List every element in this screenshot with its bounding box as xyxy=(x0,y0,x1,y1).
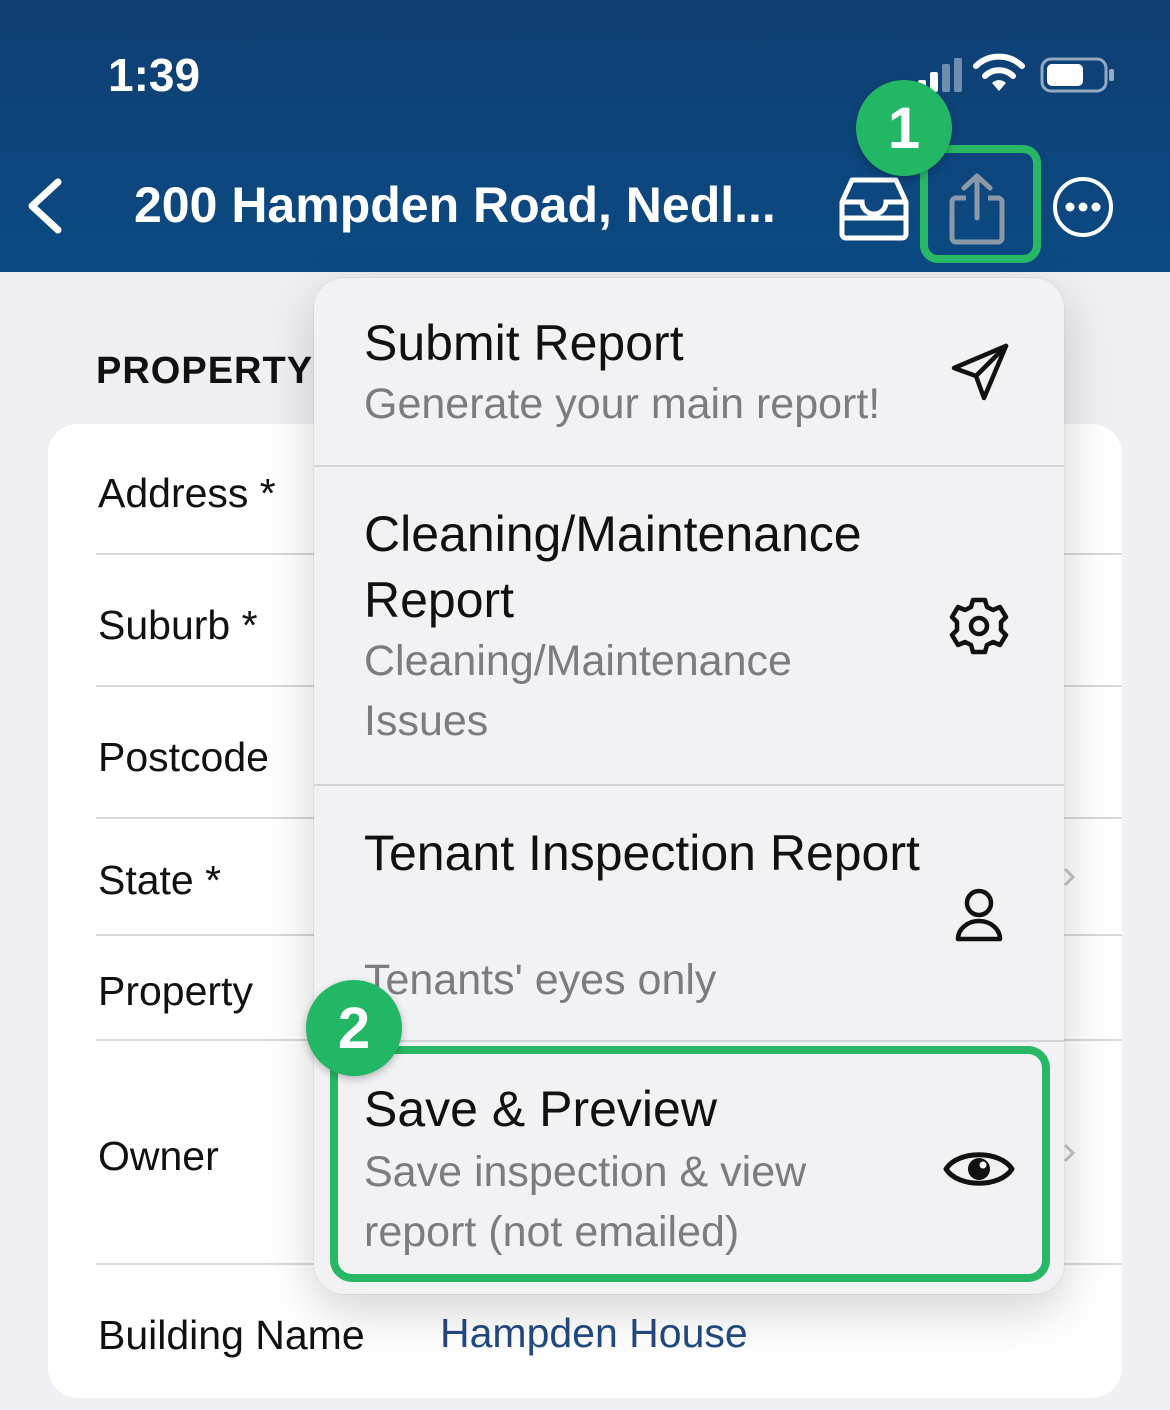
state-label: State * xyxy=(98,857,222,903)
share-button-highlight xyxy=(920,145,1041,263)
step-badge-two: 2 xyxy=(306,980,402,1076)
postcode-label: Postcode xyxy=(98,734,269,780)
back-chevron-icon[interactable] xyxy=(22,176,70,236)
save-preview-highlight xyxy=(330,1046,1050,1282)
address-label: Address * xyxy=(98,470,276,516)
suburb-label: Suburb * xyxy=(98,602,258,648)
status-time: 1:39 xyxy=(108,49,201,101)
page-title: 200 Hampden Road, Nedl... xyxy=(134,177,776,233)
menu-item-cleaning-maintenance-report[interactable]: Cleaning/Maintenance Report Cleaning/Mai… xyxy=(314,467,1064,784)
chevron-right-icon xyxy=(1063,1143,1076,1163)
building-name-label: Building Name xyxy=(98,1312,365,1358)
menu-item-title: Submit Report xyxy=(364,315,684,371)
menu-item-subtitle: Tenants' eyes only xyxy=(364,956,717,1004)
battery-icon xyxy=(1040,57,1114,93)
archive-tray-icon[interactable] xyxy=(838,174,910,242)
person-icon xyxy=(955,888,1003,942)
more-options-icon[interactable] xyxy=(1052,176,1114,238)
gear-icon xyxy=(949,597,1009,655)
menu-item-title: Cleaning/Maintenance Report xyxy=(364,506,862,628)
building-name-value[interactable]: Hampden House xyxy=(440,1310,748,1357)
property-type-label: Property xyxy=(98,968,253,1014)
chevron-right-icon xyxy=(1063,867,1076,887)
menu-item-submit-report[interactable]: Submit Report Generate your main report! xyxy=(314,278,1064,466)
send-icon xyxy=(951,343,1009,401)
menu-item-title: Tenant Inspection Report xyxy=(364,825,920,881)
menu-item-subtitle: Cleaning/Maintenance Issues xyxy=(364,637,792,745)
wifi-icon xyxy=(973,53,1025,91)
owner-label: Owner xyxy=(98,1133,219,1179)
step-badge-one: 1 xyxy=(856,80,952,176)
menu-item-tenant-inspection-report[interactable]: Tenant Inspection Report Tenants' eyes o… xyxy=(314,786,1064,1042)
menu-item-subtitle: Generate your main report! xyxy=(364,380,881,428)
